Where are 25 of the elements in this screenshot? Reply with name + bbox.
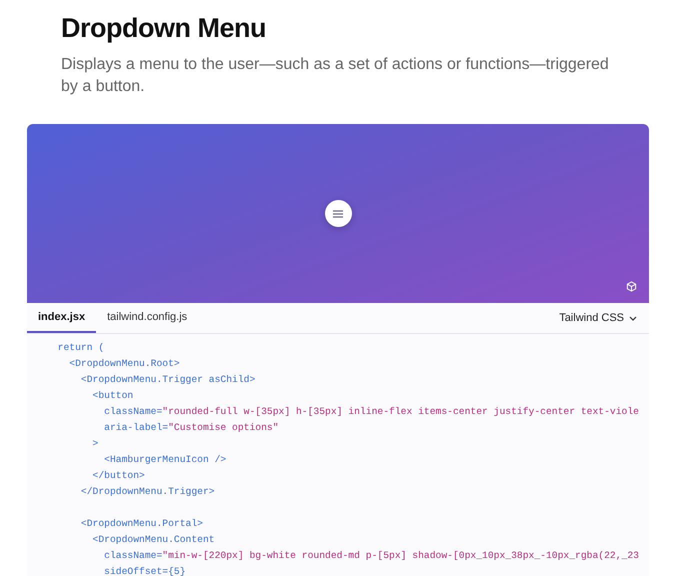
- code-text: <DropdownMenu.Portal>: [80, 518, 203, 529]
- file-tab[interactable]: tailwind.config.js: [96, 303, 198, 333]
- chevron-down-icon: [629, 316, 637, 320]
- menu-button[interactable]: [324, 200, 352, 227]
- code-text: className=: [103, 550, 162, 561]
- cube-icon[interactable]: [626, 281, 637, 292]
- code-text: <DropdownMenu.Trigger asChild>: [80, 374, 256, 385]
- code-text: <HamburgerMenuIcon />: [103, 454, 226, 465]
- code-text: <DropdownMenu.Root>: [68, 358, 180, 369]
- code-text: aria-label=: [103, 422, 168, 433]
- page-description: Displays a menu to the user—such as a set of actions or functions—triggered by a button.: [61, 55, 610, 97]
- code-text: </button>: [92, 470, 145, 481]
- code-text: >: [92, 438, 98, 449]
- code-text: return (: [56, 342, 104, 353]
- code-string: "rounded-full w-[35px] h-[35px] inline-flex items-center justify-center text-viole: [162, 406, 639, 417]
- page-title: Dropdown Menu: [61, 12, 267, 44]
- code-text: <DropdownMenu.Content: [92, 534, 215, 545]
- menu-icon: [333, 210, 343, 218]
- code-text: className=: [103, 406, 162, 417]
- code-text: <button: [92, 390, 134, 401]
- code-string: "Customise options": [168, 422, 279, 433]
- code-text: </DropdownMenu.Trigger>: [80, 486, 215, 497]
- language-select[interactable]: Tailwind CSS: [547, 303, 649, 333]
- code-text: sideOffset={5}: [103, 566, 186, 576]
- code-string: "min-w-[220px] bg-white rounded-md p-[5px] shadow-[0px_10px_38px_-10px_rgba(22,_23: [162, 550, 639, 561]
